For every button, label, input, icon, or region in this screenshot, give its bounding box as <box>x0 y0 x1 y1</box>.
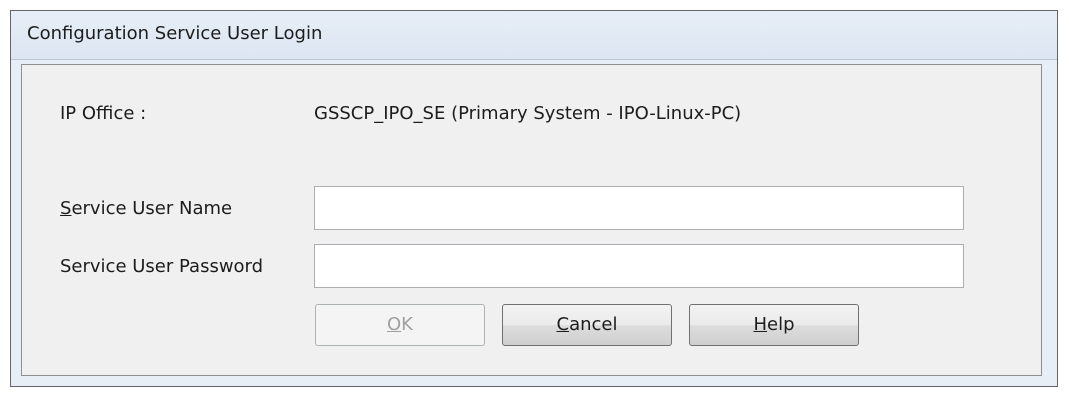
help-button[interactable]: Help <box>689 304 859 346</box>
cancel-button[interactable]: Cancel <box>502 304 672 346</box>
dialog-title: Configuration Service User Login <box>27 23 323 44</box>
help-mnemonic: H <box>753 314 768 335</box>
service-user-password-input[interactable] <box>314 244 964 288</box>
username-label-text: ervice User Name <box>71 198 233 219</box>
username-mnemonic: S <box>60 198 72 219</box>
ip-office-value: GSSCP_IPO_SE (Primary System - IPO-Linux… <box>314 103 742 124</box>
login-dialog: Configuration Service User Login IP Offi… <box>10 10 1058 387</box>
dialog-body: IP Office : GSSCP_IPO_SE (Primary System… <box>21 64 1042 376</box>
help-label: elp <box>767 314 795 335</box>
ok-button[interactable]: OK <box>315 304 485 346</box>
title-bar[interactable]: Configuration Service User Login <box>11 11 1057 60</box>
ok-label: K <box>401 314 413 335</box>
cancel-mnemonic: C <box>556 314 570 335</box>
service-user-name-label: Service User Name <box>60 198 232 219</box>
cancel-label: ancel <box>569 314 618 335</box>
service-user-name-input[interactable] <box>314 186 964 230</box>
service-user-password-label: Service User Password <box>60 256 264 277</box>
ok-mnemonic: O <box>387 314 402 335</box>
ip-office-label: IP Office : <box>60 103 147 124</box>
